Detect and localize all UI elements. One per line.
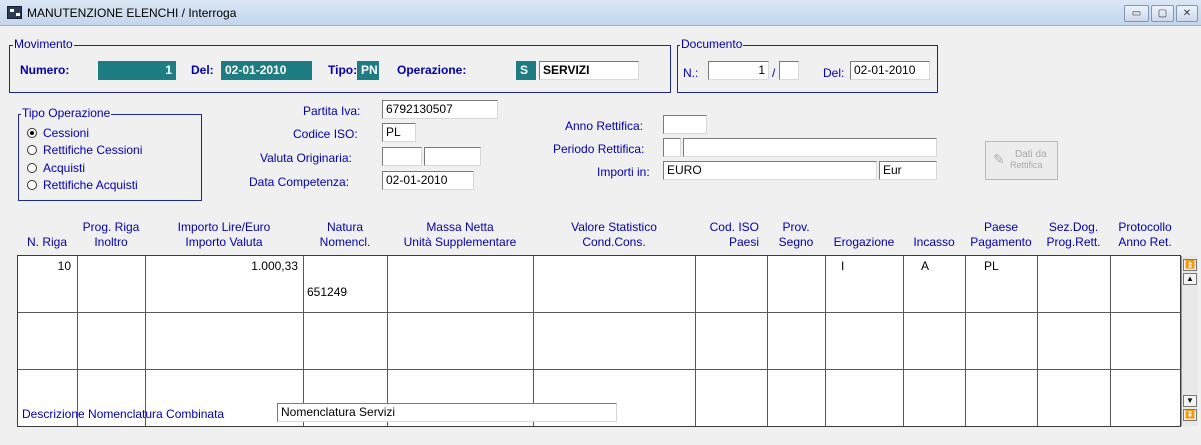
documento-n-label: N.: bbox=[683, 66, 699, 80]
header-unita-suppl: Unità Supplementare bbox=[403, 235, 517, 249]
descrizione-nomenclatura-label: Descrizione Nomenclatura Combinata bbox=[22, 407, 225, 421]
cell-incasso[interactable]: A bbox=[921, 259, 929, 273]
tipo-operazione-group-label: Tipo Operazione bbox=[21, 106, 112, 120]
scroll-up-icon[interactable]: ▲ bbox=[1183, 273, 1197, 285]
documento-group-label: Documento bbox=[680, 37, 744, 51]
numero-field[interactable]: 1 bbox=[98, 61, 176, 80]
minimize-button[interactable]: ▭ bbox=[1124, 5, 1149, 22]
numero-label: Numero: bbox=[20, 63, 70, 77]
grid-scrollbar[interactable]: ⏫ ▲ ▼ ⏬ bbox=[1181, 256, 1198, 426]
operazione-desc-field[interactable]: SERVIZI bbox=[539, 61, 639, 80]
radio-cessioni[interactable]: Cessioni bbox=[27, 126, 89, 140]
cell-erogazione[interactable]: I bbox=[841, 259, 844, 273]
data-competenza-label: Data Competenza: bbox=[249, 175, 350, 189]
scroll-down-icon[interactable]: ▼ bbox=[1183, 395, 1197, 407]
documento-del-field[interactable]: 02-01-2010 bbox=[850, 61, 930, 80]
header-cond-cons: Cond.Cons. bbox=[582, 235, 646, 249]
movimento-group-label: Movimento bbox=[13, 37, 74, 51]
documento-suffix-field[interactable] bbox=[779, 61, 799, 80]
header-anno-ret: Anno Ret. bbox=[1118, 235, 1172, 249]
partita-iva-label: Partita Iva: bbox=[303, 104, 361, 118]
header-natura: Natura bbox=[326, 220, 364, 234]
cell-n-riga[interactable]: 10 bbox=[18, 259, 71, 273]
dati-rettifica-line1: Dati da bbox=[1015, 149, 1047, 160]
periodo-rettifica-label: Periodo Rettifica: bbox=[553, 142, 645, 156]
header-massa-netta: Massa Netta bbox=[426, 220, 494, 234]
app-icon bbox=[7, 6, 22, 19]
radio-rettifiche-acquisti-label: Rettifiche Acquisti bbox=[43, 178, 138, 192]
anno-rettifica-label: Anno Rettifica: bbox=[565, 119, 644, 133]
documento-del-label: Del: bbox=[823, 66, 845, 80]
tipo-label: Tipo: bbox=[328, 63, 358, 77]
header-nomencl: Nomencl. bbox=[319, 235, 371, 249]
radio-cessioni-label: Cessioni bbox=[43, 126, 90, 140]
periodo-rettifica-field-2[interactable] bbox=[683, 138, 937, 157]
header-importo-valuta: Importo Valuta bbox=[185, 235, 263, 249]
header-prog-riga: Prog. Riga bbox=[82, 220, 140, 234]
operazione-code-field[interactable]: S bbox=[516, 61, 536, 80]
radio-rettifiche-acquisti[interactable]: Rettifiche Acquisti bbox=[27, 178, 138, 192]
documento-slash: / bbox=[772, 66, 776, 80]
scroll-bottom-icon[interactable]: ⏬ bbox=[1183, 409, 1197, 421]
radio-rettifiche-cessioni[interactable]: Rettifiche Cessioni bbox=[27, 143, 142, 157]
valuta-field-1[interactable] bbox=[382, 147, 422, 166]
movimento-del-field[interactable]: 02-01-2010 bbox=[221, 61, 312, 80]
radio-acquisti[interactable]: Acquisti bbox=[27, 161, 85, 175]
header-inoltro: Inoltro bbox=[94, 235, 128, 249]
importi-field[interactable]: EURO bbox=[663, 161, 877, 180]
header-prog-rett: Prog.Rett. bbox=[1046, 235, 1101, 249]
header-importo: Importo Lire/Euro bbox=[177, 220, 271, 234]
operazione-label: Operazione: bbox=[397, 63, 467, 77]
valuta-label: Valuta Originaria: bbox=[260, 151, 352, 165]
dati-rettifica-button[interactable]: ✎ Dati da Rettifica bbox=[985, 141, 1058, 180]
radio-unchecked-icon bbox=[27, 163, 37, 173]
header-incasso: Incasso bbox=[913, 235, 955, 249]
close-button[interactable]: ✕ bbox=[1176, 5, 1198, 22]
tipo-field[interactable]: PN bbox=[357, 61, 379, 80]
header-segno: Segno bbox=[778, 235, 814, 249]
codice-iso-field[interactable]: PL bbox=[382, 123, 416, 142]
header-sez-dog: Sez.Dog. bbox=[1048, 220, 1099, 234]
cell-importo[interactable]: 1.000,33 bbox=[145, 259, 298, 273]
dati-rettifica-line2: Rettifica bbox=[1010, 160, 1043, 170]
header-paese: Paese bbox=[983, 220, 1019, 234]
documento-n-field[interactable]: 1 bbox=[708, 61, 769, 80]
header-pagamento: Pagamento bbox=[970, 235, 1032, 249]
radio-acquisti-label: Acquisti bbox=[43, 161, 86, 175]
importi-label: Importi in: bbox=[597, 165, 650, 179]
header-protocollo: Protocollo bbox=[1118, 220, 1172, 234]
codice-iso-label: Codice ISO: bbox=[293, 127, 358, 141]
data-competenza-field[interactable]: 02-01-2010 bbox=[382, 171, 474, 190]
radio-rettifiche-cessioni-label: Rettifiche Cessioni bbox=[43, 143, 143, 157]
header-erogazione: Erogazione bbox=[833, 235, 895, 249]
radio-unchecked-icon bbox=[27, 180, 37, 190]
header-valore-statistico: Valore Statistico bbox=[571, 220, 657, 234]
scroll-top-icon[interactable]: ⏫ bbox=[1183, 259, 1197, 271]
maximize-button[interactable]: ▢ bbox=[1151, 5, 1174, 22]
anno-rettifica-field[interactable] bbox=[663, 115, 707, 134]
header-paesi: Paesi bbox=[728, 235, 759, 249]
header-n-riga: N. Riga bbox=[26, 235, 67, 249]
importi-code-field[interactable]: Eur bbox=[879, 161, 937, 180]
pencil-icon: ✎ bbox=[993, 151, 1005, 167]
header-cod-iso: Cod. ISO bbox=[709, 220, 759, 234]
valuta-field-2[interactable] bbox=[424, 147, 481, 166]
rows-grid[interactable]: 10 1.000,33 651249 I A PL ⏫ ▲ ▼ ⏬ bbox=[17, 255, 1198, 427]
header-prov: Prov. bbox=[782, 220, 810, 234]
descrizione-nomenclatura-field[interactable]: Nomenclatura Servizi bbox=[277, 403, 617, 422]
cell-natura[interactable]: 651249 bbox=[307, 285, 347, 299]
cell-paese-pagamento[interactable]: PL bbox=[984, 259, 999, 273]
window-title: MANUTENZIONE ELENCHI / Interroga bbox=[27, 6, 237, 20]
periodo-rettifica-field-1[interactable] bbox=[663, 138, 681, 157]
radio-unchecked-icon bbox=[27, 145, 37, 155]
movimento-del-label: Del: bbox=[191, 63, 214, 77]
radio-checked-icon bbox=[27, 128, 37, 138]
partita-iva-field[interactable]: 6792130507 bbox=[382, 100, 498, 119]
